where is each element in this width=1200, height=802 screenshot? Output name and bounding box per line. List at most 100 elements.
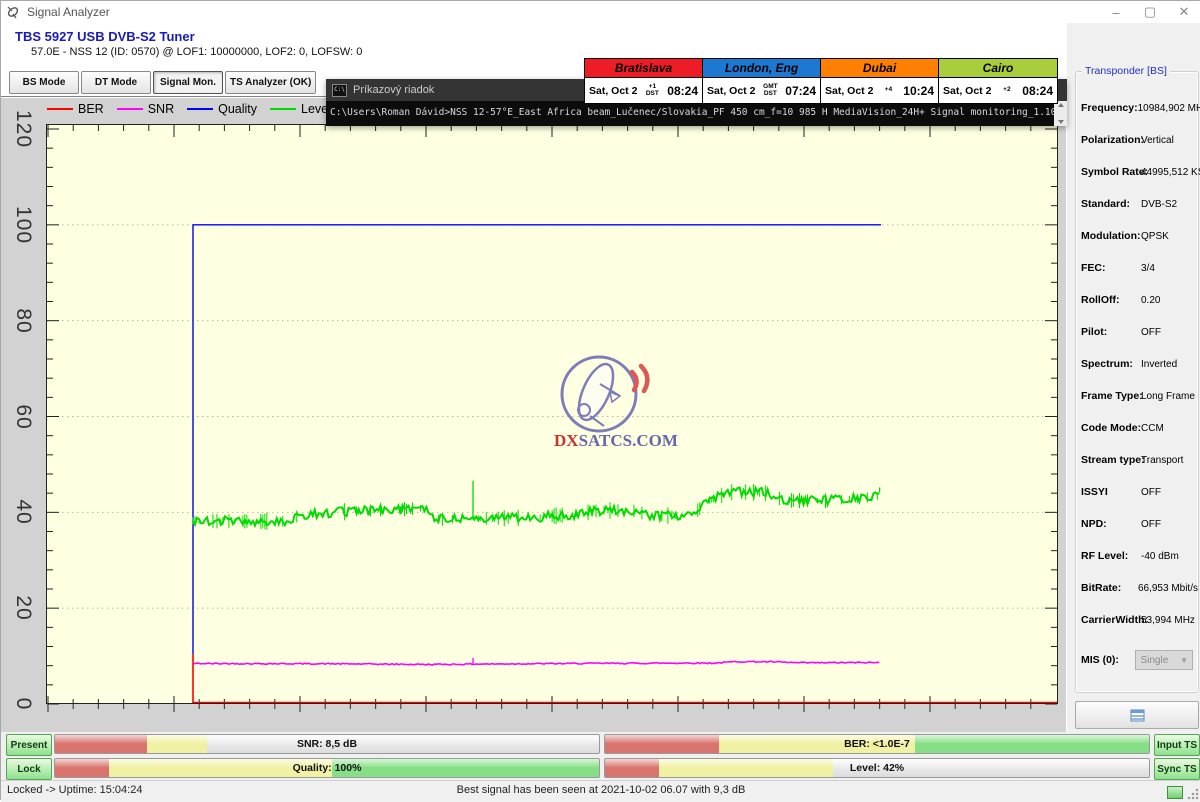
legend-item: Quality xyxy=(187,102,257,116)
transponder-row: BitRate: 66,953 Mbit/s xyxy=(1076,572,1198,604)
field-value: OFF xyxy=(1141,487,1161,498)
legend-label: SNR xyxy=(148,102,174,116)
legend-swatch xyxy=(270,108,296,110)
transponder-row: Frame Type: Long Frame xyxy=(1076,380,1198,412)
legend-label: BER xyxy=(78,102,104,116)
clock-cell: London, Eng Sat, Oct 2 GMTDST 07:24 xyxy=(703,59,821,103)
clock-date: Sat, Oct 2 xyxy=(707,85,755,97)
transponder-row: Symbol Rate: 44995,512 KS/s xyxy=(1076,156,1198,188)
field-value: OFF xyxy=(1141,519,1161,530)
minimize-button[interactable]: – xyxy=(1099,1,1133,23)
scroll-up-icon[interactable] xyxy=(1058,103,1064,107)
legend-item: BER xyxy=(47,102,104,116)
field-label: Symbol Rate: xyxy=(1081,166,1141,178)
clock-cell: Bratislava Sat, Oct 2 +1DST 08:24 xyxy=(585,59,703,103)
clock-city: London, Eng xyxy=(703,59,820,78)
y-tick-label: 60 xyxy=(11,404,35,429)
field-label: CarrierWidth: xyxy=(1081,614,1141,626)
present-button[interactable]: Present xyxy=(6,734,52,756)
transponder-row: RollOff: 0.20 xyxy=(1076,284,1198,316)
y-tick-label: 20 xyxy=(11,595,35,620)
field-value: Transport xyxy=(1141,455,1183,466)
clock-date: Sat, Oct 2 xyxy=(943,85,991,97)
mis-select[interactable]: Single ▼ xyxy=(1135,650,1193,670)
field-label: FEC: xyxy=(1081,262,1141,274)
field-value: DVB-S2 xyxy=(1141,199,1177,210)
mode-button[interactable]: BS Mode xyxy=(9,71,79,94)
transponder-row: ISSYI OFF xyxy=(1076,476,1198,508)
field-value: 53,994 MHz xyxy=(1141,615,1195,626)
mode-button[interactable]: TS Analyzer (OK) xyxy=(225,71,316,94)
close-button[interactable]: ✕ xyxy=(1167,1,1200,23)
ber-bar: BER: <1.0E-7 xyxy=(604,734,1150,754)
field-label: Stream type: xyxy=(1081,454,1141,466)
device-title: TBS 5927 USB DVB-S2 Tuner xyxy=(15,29,195,44)
title-bar[interactable]: Signal Analyzer – ▢ ✕ xyxy=(1,1,1200,23)
transponder-row: FEC: 3/4 xyxy=(1076,252,1198,284)
transponder-row: NPD: OFF xyxy=(1076,508,1198,540)
cmd-window-title: Príkazový riadok xyxy=(353,84,434,96)
bar-label: Quality: 100% xyxy=(55,759,599,777)
status-bar: Locked -> Uptime: 15:04:24 Best signal h… xyxy=(1,780,1200,802)
field-value: 3/4 xyxy=(1141,263,1155,274)
field-label: Frequency: xyxy=(1081,102,1138,114)
field-value: -40 dBm xyxy=(1141,551,1179,562)
clock-city: Dubai xyxy=(821,59,938,78)
chart-legend: BER SNR Quality Level xyxy=(47,101,344,117)
field-value: 10984,902 MHz xyxy=(1138,103,1200,114)
transponder-sidebar: Transponder [BS] Frequency: 10984,902 MH… xyxy=(1067,23,1200,732)
snr-bar: SNR: 8,5 dB xyxy=(54,734,600,754)
signal-indicator xyxy=(1167,786,1183,799)
y-tick-label: 0 xyxy=(11,698,35,711)
field-value: Long Frame xyxy=(1141,391,1195,402)
mode-button[interactable]: DT Mode xyxy=(81,71,151,94)
chart-canvas xyxy=(46,124,1058,704)
resize-grip[interactable] xyxy=(1187,788,1199,800)
clock-date: Sat, Oct 2 xyxy=(825,85,873,97)
mode-button[interactable]: Signal Mon. xyxy=(153,71,223,94)
legend-swatch xyxy=(117,108,143,110)
transponder-row: Stream type: Transport xyxy=(1076,444,1198,476)
clock-time: 08:24 xyxy=(1022,84,1053,98)
field-label: RF Level: xyxy=(1081,550,1141,562)
field-value: 0.20 xyxy=(1141,295,1160,306)
maximize-button[interactable]: ▢ xyxy=(1133,1,1167,23)
field-label: NPD: xyxy=(1081,518,1141,530)
transponder-row: Spectrum: Inverted xyxy=(1076,348,1198,380)
field-label: Polarization: xyxy=(1081,134,1141,146)
legend-label: Quality xyxy=(218,102,257,116)
bar-label: BER: <1.0E-7 xyxy=(605,735,1149,753)
cmd-scrollbar[interactable] xyxy=(1054,101,1067,126)
y-tick-label: 80 xyxy=(11,308,35,333)
y-tick-label: 120 xyxy=(11,110,35,148)
mis-label: MIS (0): xyxy=(1081,654,1135,666)
quality-bar: Quality: 100% xyxy=(54,758,600,778)
field-value: 66,953 Mbit/s xyxy=(1138,583,1198,594)
input-ts-button[interactable]: Input TS xyxy=(1154,734,1200,756)
signal-status-panel: Present Lock SNR: 8,5 dB Quality: 100% B… xyxy=(1,732,1200,780)
chevron-down-icon: ▼ xyxy=(1180,656,1188,665)
transponder-title: Transponder [BS] xyxy=(1082,65,1170,77)
clock-offset: +4 xyxy=(873,87,903,94)
field-label: Standard: xyxy=(1081,198,1141,210)
scroll-down-icon[interactable] xyxy=(1058,120,1064,124)
clock-time: 07:24 xyxy=(785,84,816,98)
clock-cell: Dubai Sat, Oct 2 +4 10:24 xyxy=(821,59,939,103)
world-clock-panel: Bratislava Sat, Oct 2 +1DST 08:24 London… xyxy=(584,58,1058,104)
ts-list-button[interactable] xyxy=(1075,701,1199,729)
transponder-row: Pilot: OFF xyxy=(1076,316,1198,348)
clock-offset: GMTDST xyxy=(755,84,785,98)
field-label: Frame Type: xyxy=(1081,390,1141,402)
app-icon xyxy=(6,5,21,19)
signal-monitor-chart: BER SNR Quality Level xyxy=(1,96,1066,732)
transponder-groupbox: Transponder [BS] Frequency: 10984,902 MH… xyxy=(1075,71,1199,693)
lock-button[interactable]: Lock xyxy=(6,758,52,780)
transponder-row: CarrierWidth: 53,994 MHz xyxy=(1076,604,1198,636)
field-label: Modulation: xyxy=(1081,230,1141,242)
transponder-row: Standard: DVB-S2 xyxy=(1076,188,1198,220)
sync-ts-button[interactable]: Sync TS xyxy=(1154,758,1200,780)
field-value: Vertical xyxy=(1141,135,1174,146)
clock-city: Cairo xyxy=(939,59,1057,78)
clock-date: Sat, Oct 2 xyxy=(589,85,637,97)
table-icon xyxy=(1130,709,1145,722)
